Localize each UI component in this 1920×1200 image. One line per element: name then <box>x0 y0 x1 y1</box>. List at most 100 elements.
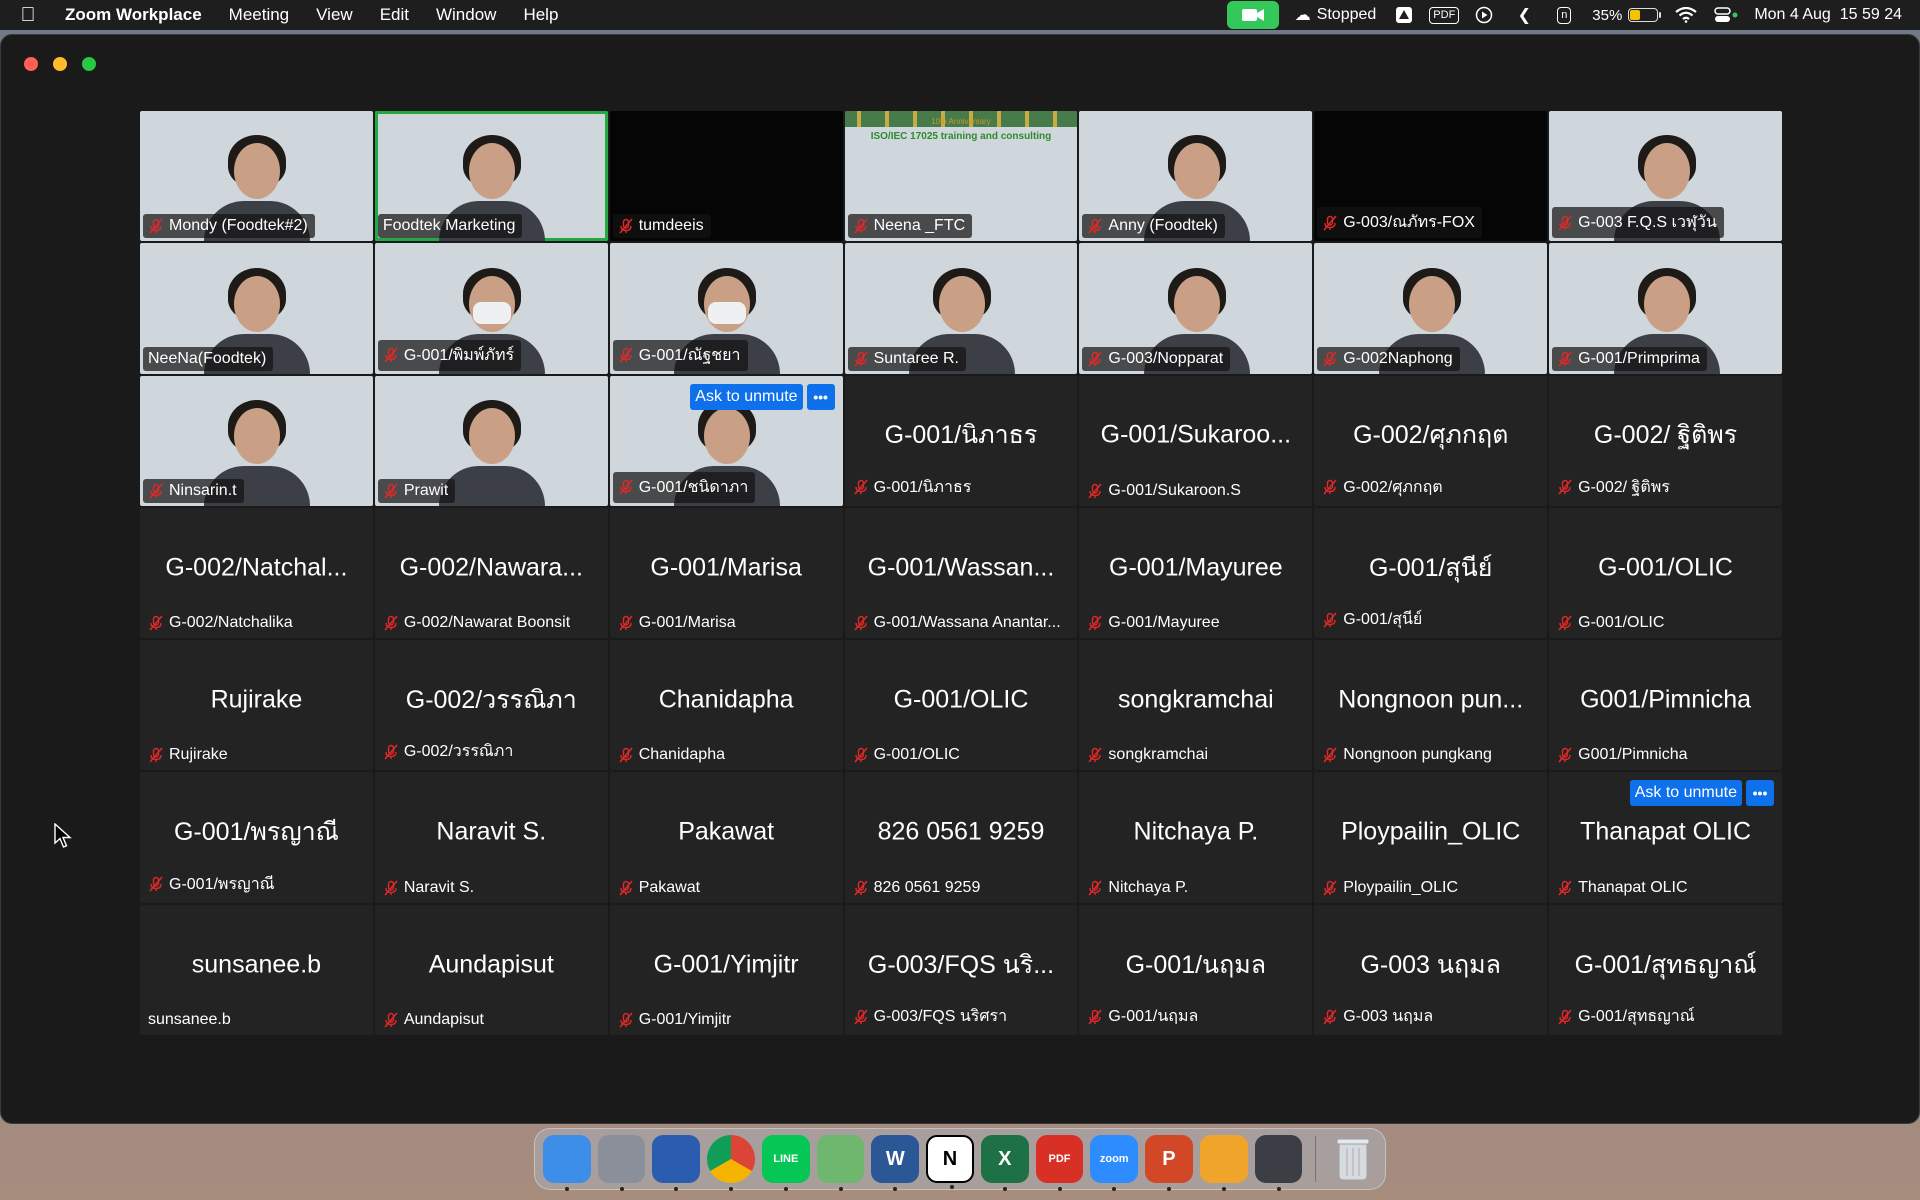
participant-tile[interactable]: Pakawat Pakawat <box>609 772 843 903</box>
participant-tile[interactable]: Rujirake Rujirake <box>140 640 373 771</box>
participant-tile[interactable]: G-003/Nopparat <box>1079 243 1313 374</box>
participant-tile[interactable]: G-001/นฤมล G-001/นฤมล <box>1079 904 1313 1035</box>
participant-tile[interactable]: G-002/Natchal... G-002/Natchalika <box>140 507 373 639</box>
participant-tile[interactable]: G001/Pimnicha G001/Pimnicha <box>1549 640 1782 771</box>
dock-trash-icon[interactable] <box>1329 1135 1377 1183</box>
participant-tile[interactable]: NeeNa(Foodtek) <box>140 243 373 374</box>
participant-name-label: Naravit S. <box>403 878 475 896</box>
mic-muted-icon <box>1087 483 1103 499</box>
participant-name-label: sunsanee.b <box>148 1011 231 1028</box>
n-app-icon[interactable]: n <box>1552 5 1576 25</box>
window-minimize-button[interactable] <box>53 57 67 71</box>
participant-tile[interactable]: Mondy (Foodtek#2) <box>140 111 373 242</box>
participant-tile[interactable]: G-003 นฤมล G-003 นฤมล <box>1314 904 1548 1035</box>
participant-tile[interactable]: Naravit S. Naravit S. <box>374 772 608 903</box>
participant-tile[interactable]: G-001/Wassan... G-001/Wassana Anantar... <box>844 507 1078 639</box>
drive-icon[interactable] <box>1392 5 1416 25</box>
chevron-left-icon[interactable]: ❮ <box>1512 5 1536 25</box>
zoom-video-status-icon[interactable] <box>1226 1 1279 29</box>
pdf-menu-icon[interactable]: PDF <box>1429 5 1460 25</box>
app-name-menu[interactable]: Zoom Workplace <box>65 5 202 25</box>
mic-muted-icon <box>1087 1008 1103 1025</box>
participant-tile[interactable]: Ploypailin_OLIC Ploypailin_OLIC <box>1314 772 1548 903</box>
participant-tile[interactable]: G-002/Nawara... G-002/Nawarat Boonsit <box>374 507 608 639</box>
participant-tile[interactable]: G-001/Primprima <box>1549 243 1782 374</box>
participant-tile[interactable]: Aundapisut Aundapisut <box>374 904 608 1035</box>
participant-name-tag: NeeNa(Foodtek) <box>143 346 274 371</box>
play-icon[interactable] <box>1472 5 1496 25</box>
participant-tile[interactable]: G-001/สุทธญาณ์ G-001/สุทธญาณ์ <box>1549 904 1782 1035</box>
dock-thunderbird-icon[interactable] <box>652 1135 701 1191</box>
ask-to-unmute-button[interactable]: Ask to unmute <box>690 383 803 410</box>
ask-to-unmute-button[interactable]: Ask to unmute <box>1629 780 1742 807</box>
participant-tile[interactable]: Suntaree R. <box>844 243 1078 374</box>
dock-zoom-icon[interactable]: zoom <box>1090 1135 1139 1191</box>
participant-tile[interactable]: G-003/ณภัทร-FOX <box>1314 111 1548 242</box>
dock-notion-icon[interactable]: N <box>926 1135 974 1189</box>
participant-tile[interactable]: G-001/Marisa G-001/Marisa <box>609 507 843 639</box>
participant-tile[interactable]: songkramchai songkramchai <box>1079 640 1313 771</box>
participant-name-label: G-001/สุทธญาณ์ <box>1578 1008 1695 1025</box>
menu-window[interactable]: Window <box>436 5 496 25</box>
participant-name-tag: Nongnoon pungkang <box>1317 743 1499 767</box>
participant-tile[interactable]: G-001/OLIC G-001/OLIC <box>1549 507 1782 639</box>
participant-tile[interactable]: G-002/ ฐิติพร G-002/ ฐิติพร <box>1549 375 1782 506</box>
dock-word-icon[interactable]: W <box>871 1135 920 1191</box>
participant-tile[interactable]: 826 0561 9259 826 0561 9259 <box>844 772 1078 903</box>
participant-tile[interactable]: G-001/OLIC G-001/OLIC <box>844 640 1078 771</box>
participant-tile[interactable]: G-002/วรรณิภา G-002/วรรณิภา <box>374 640 608 771</box>
dock-quicktime-icon[interactable] <box>1254 1135 1303 1191</box>
participant-tile[interactable]: 10th Anniversary ISO/IEC 17025 training a… <box>844 111 1078 242</box>
participant-tile[interactable]: Thanapat OLIC Thanapat OLIC Ask to unmute •… <box>1549 772 1782 903</box>
dock-vlc-icon[interactable] <box>1199 1135 1248 1191</box>
participant-tile[interactable]: Foodtek Marketing <box>374 111 608 242</box>
control-center-icon[interactable] <box>1714 5 1738 25</box>
participant-tile[interactable]: G-003/FQS นริ... G-003/FQS นริศรา <box>844 904 1078 1035</box>
participant-tile[interactable]: G-002Naphong <box>1314 243 1548 374</box>
window-close-button[interactable] <box>24 57 38 71</box>
wifi-icon[interactable] <box>1674 5 1698 25</box>
participant-tile[interactable]: G-001/พิมพ์ภัทร์ <box>374 243 608 374</box>
dock-launchpad-icon[interactable] <box>597 1135 646 1191</box>
battery-status[interactable]: 35% <box>1592 7 1662 24</box>
menu-meeting[interactable]: Meeting <box>229 5 289 25</box>
participant-tile[interactable]: G-001/สุนีย์ G-001/สุนีย์ <box>1314 507 1548 639</box>
participant-display-name: G-003 นฤมล <box>1360 950 1501 979</box>
zoom-meeting-window: Mondy (Foodtek#2) Foodtek Marketing tumdee… <box>0 34 1920 1124</box>
participant-tile[interactable]: G-001/ชนิดาภา Ask to unmute ••• <box>609 375 843 506</box>
more-options-button[interactable]: ••• <box>806 383 835 410</box>
menu-view[interactable]: View <box>316 5 353 25</box>
participant-tile[interactable]: G-001/พรญาณี G-001/พรญาณี <box>140 772 373 903</box>
dock-chrome-icon[interactable] <box>707 1135 755 1191</box>
participant-tile[interactable]: G-001/Mayuree G-001/Mayuree <box>1079 507 1313 639</box>
participant-tile[interactable]: G-003 F.Q.S เวฬุวัน <box>1549 111 1782 242</box>
participant-tile[interactable]: G-001/Yimjitr G-001/Yimjitr <box>609 904 843 1035</box>
participant-tile[interactable]: Nongnoon pun... Nongnoon pungkang <box>1314 640 1548 771</box>
participant-tile[interactable]: Anny (Foodtek) <box>1079 111 1313 242</box>
participant-tile[interactable]: G-002/ศุภกฤต G-002/ศุภกฤต <box>1314 375 1548 506</box>
more-options-button[interactable]: ••• <box>1746 780 1774 807</box>
recording-status[interactable]: ☁ Stopped <box>1295 5 1377 25</box>
dock-pdf-icon[interactable]: PDF <box>1035 1135 1084 1191</box>
participant-tile[interactable]: Prawit <box>374 375 608 506</box>
menu-help[interactable]: Help <box>523 5 558 25</box>
participant-tile[interactable]: tumdeeis <box>609 111 843 242</box>
participant-tile[interactable]: G-001/นิภาธร G-001/นิภาธร <box>844 375 1078 506</box>
dock-maps-icon[interactable] <box>816 1135 865 1191</box>
window-zoom-button[interactable] <box>82 57 96 71</box>
apple-icon[interactable]:  <box>18 4 38 27</box>
menu-edit[interactable]: Edit <box>380 5 409 25</box>
participant-tile[interactable]: Chanidapha Chanidapha <box>609 640 843 771</box>
participant-tile[interactable]: sunsanee.b sunsanee.b <box>140 904 373 1035</box>
participant-tile[interactable]: Ninsarin.t <box>140 375 373 506</box>
dock-powerpoint-icon[interactable]: P <box>1145 1135 1193 1191</box>
menubar-clock[interactable]: Mon 4 Aug 15 59 24 <box>1754 6 1902 24</box>
dock-excel-icon[interactable]: X <box>980 1135 1029 1191</box>
mic-muted-icon <box>1087 615 1103 631</box>
participant-tile[interactable]: G-001/Sukaroo... G-001/Sukaroon.S <box>1079 375 1313 506</box>
dock-finder-icon[interactable] <box>543 1135 591 1191</box>
dock-line-icon[interactable]: LINE <box>761 1135 810 1191</box>
participant-tile[interactable]: Nitchaya P. Nitchaya P. <box>1079 772 1313 903</box>
participant-tile[interactable]: G-001/ณัฐชยา <box>609 243 843 374</box>
participant-name-label: songkramchai <box>1108 746 1209 764</box>
